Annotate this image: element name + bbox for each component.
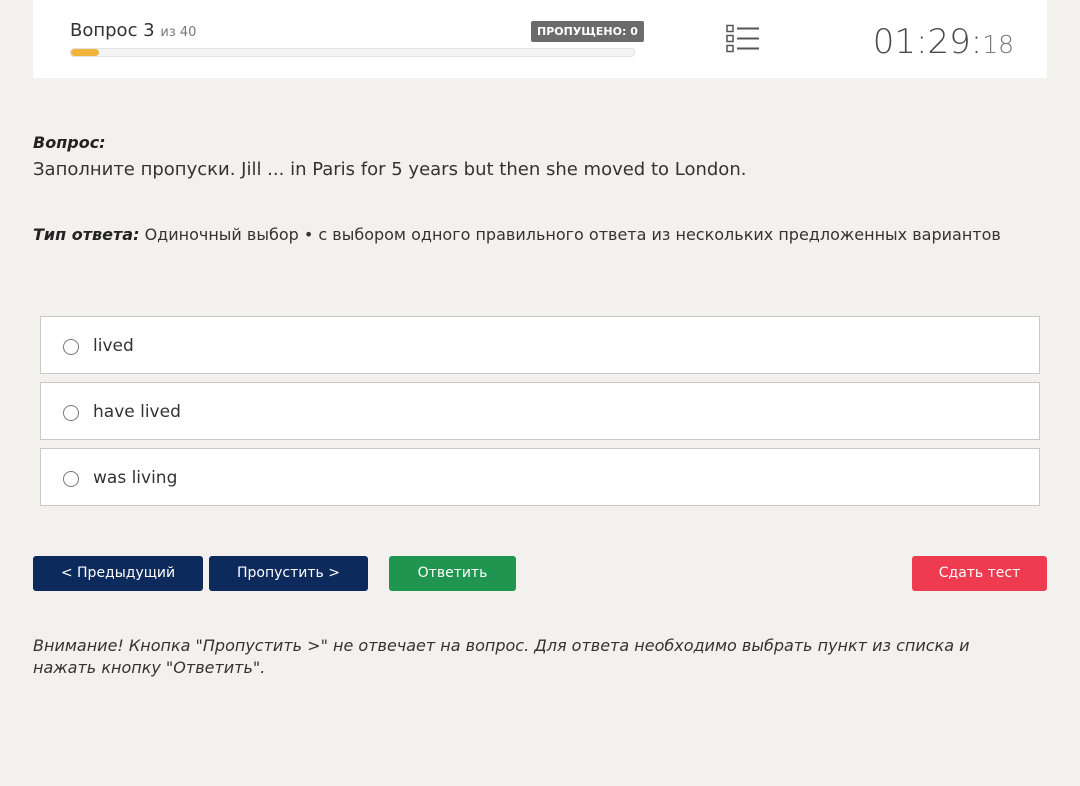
option-label: lived	[93, 336, 134, 356]
answer-options: lived have lived was living	[40, 316, 1040, 514]
option-label: have lived	[93, 402, 181, 422]
option-lived[interactable]: lived	[40, 316, 1040, 374]
option-label: was living	[93, 468, 178, 488]
answer-type: Тип ответа: Одиночный выбор • с выбором …	[33, 225, 1001, 244]
list-icon[interactable]	[726, 24, 760, 54]
option-was-living[interactable]: was living	[40, 448, 1040, 506]
previous-button[interactable]: < Предыдущий	[33, 556, 203, 591]
question-number: Вопрос 3	[70, 20, 155, 41]
answer-type-value: Одиночный выбор • с выбором одного прави…	[144, 225, 1001, 244]
timer-seconds: 18	[982, 30, 1014, 59]
question-label: Вопрос:	[33, 133, 106, 152]
radio-button[interactable]	[63, 471, 79, 487]
answer-type-label: Тип ответа:	[33, 225, 140, 244]
skip-button[interactable]: Пропустить >	[209, 556, 368, 591]
answer-button[interactable]: Ответить	[389, 556, 516, 591]
progress-bar	[70, 48, 635, 57]
test-header: Вопрос 3 из 40 ПРОПУЩЕНО: 0 01:29:18	[33, 0, 1047, 78]
timer: 01:29:18	[873, 22, 1014, 62]
radio-button[interactable]	[63, 339, 79, 355]
timer-main: 01:29:	[872, 22, 983, 62]
progress-fill	[71, 49, 100, 56]
option-have-lived[interactable]: have lived	[40, 382, 1040, 440]
radio-button[interactable]	[63, 405, 79, 421]
question-counter: Вопрос 3 из 40	[70, 20, 196, 41]
question-text: Заполните пропуски. Jill ... in Paris fo…	[33, 159, 747, 180]
skipped-badge: ПРОПУЩЕНО: 0	[531, 21, 644, 42]
question-total: из 40	[160, 25, 197, 40]
submit-test-button[interactable]: Сдать тест	[912, 556, 1047, 591]
skip-notice: Внимание! Кнопка "Пропустить >" не отвеч…	[33, 636, 970, 677]
